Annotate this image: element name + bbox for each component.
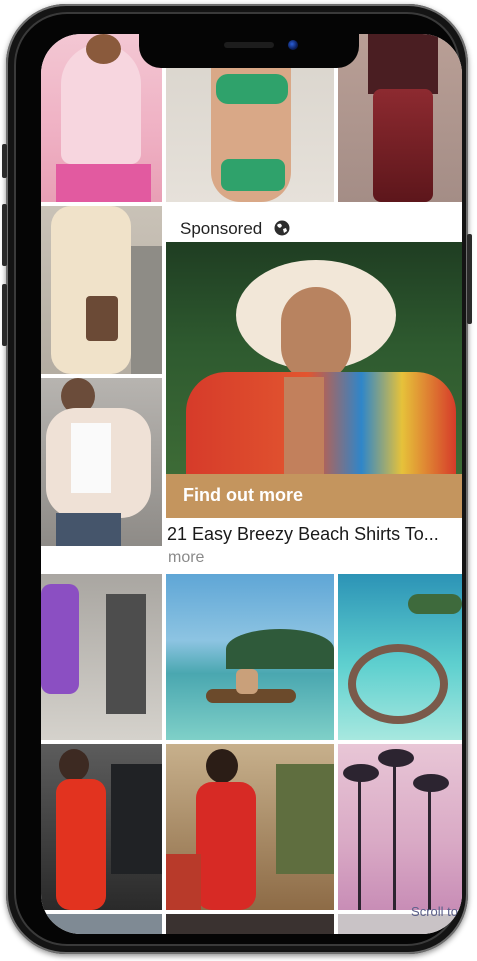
silent-switch (2, 144, 7, 178)
pin-purple-outfit[interactable] (41, 574, 162, 740)
find-out-more-label: Find out more (183, 485, 303, 505)
pin-red-dress-dinner[interactable] (166, 744, 334, 910)
ad-more-link[interactable]: more (168, 549, 204, 567)
pinterest-feed-screen: Sponsored Find out more 21 Easy Breezy B… (41, 34, 462, 934)
pin-sequin-skirt[interactable] (338, 34, 462, 202)
earpiece-speaker (224, 42, 274, 48)
phone-notch (139, 34, 359, 68)
ad-title[interactable]: 21 Easy Breezy Beach Shirts To... (167, 524, 461, 545)
pin-overwater-villas[interactable] (338, 574, 462, 740)
pin-cream-cardigan[interactable] (41, 206, 162, 374)
find-out-more-button[interactable]: Find out more (166, 474, 462, 518)
volume-up-button (2, 204, 7, 266)
ad-image-beach-hat[interactable] (166, 242, 462, 474)
pin-red-dress-street[interactable] (41, 744, 162, 910)
sponsored-header: Sponsored (166, 214, 462, 242)
volume-down-button (2, 284, 7, 346)
pin-shearling-coat[interactable] (41, 378, 162, 546)
pin-partial-middle[interactable] (166, 914, 334, 934)
power-button (467, 234, 472, 324)
phone-frame: Sponsored Find out more 21 Easy Breezy B… (2, 4, 472, 954)
front-camera (288, 40, 298, 50)
pin-bora-bora-boat[interactable] (166, 574, 334, 740)
scroll-overlay-text: Scroll to (411, 904, 458, 919)
pin-partial-left[interactable] (41, 914, 162, 934)
sponsored-label: Sponsored (180, 219, 263, 238)
globe-icon (274, 220, 290, 236)
pin-palm-trees[interactable] (338, 744, 462, 910)
